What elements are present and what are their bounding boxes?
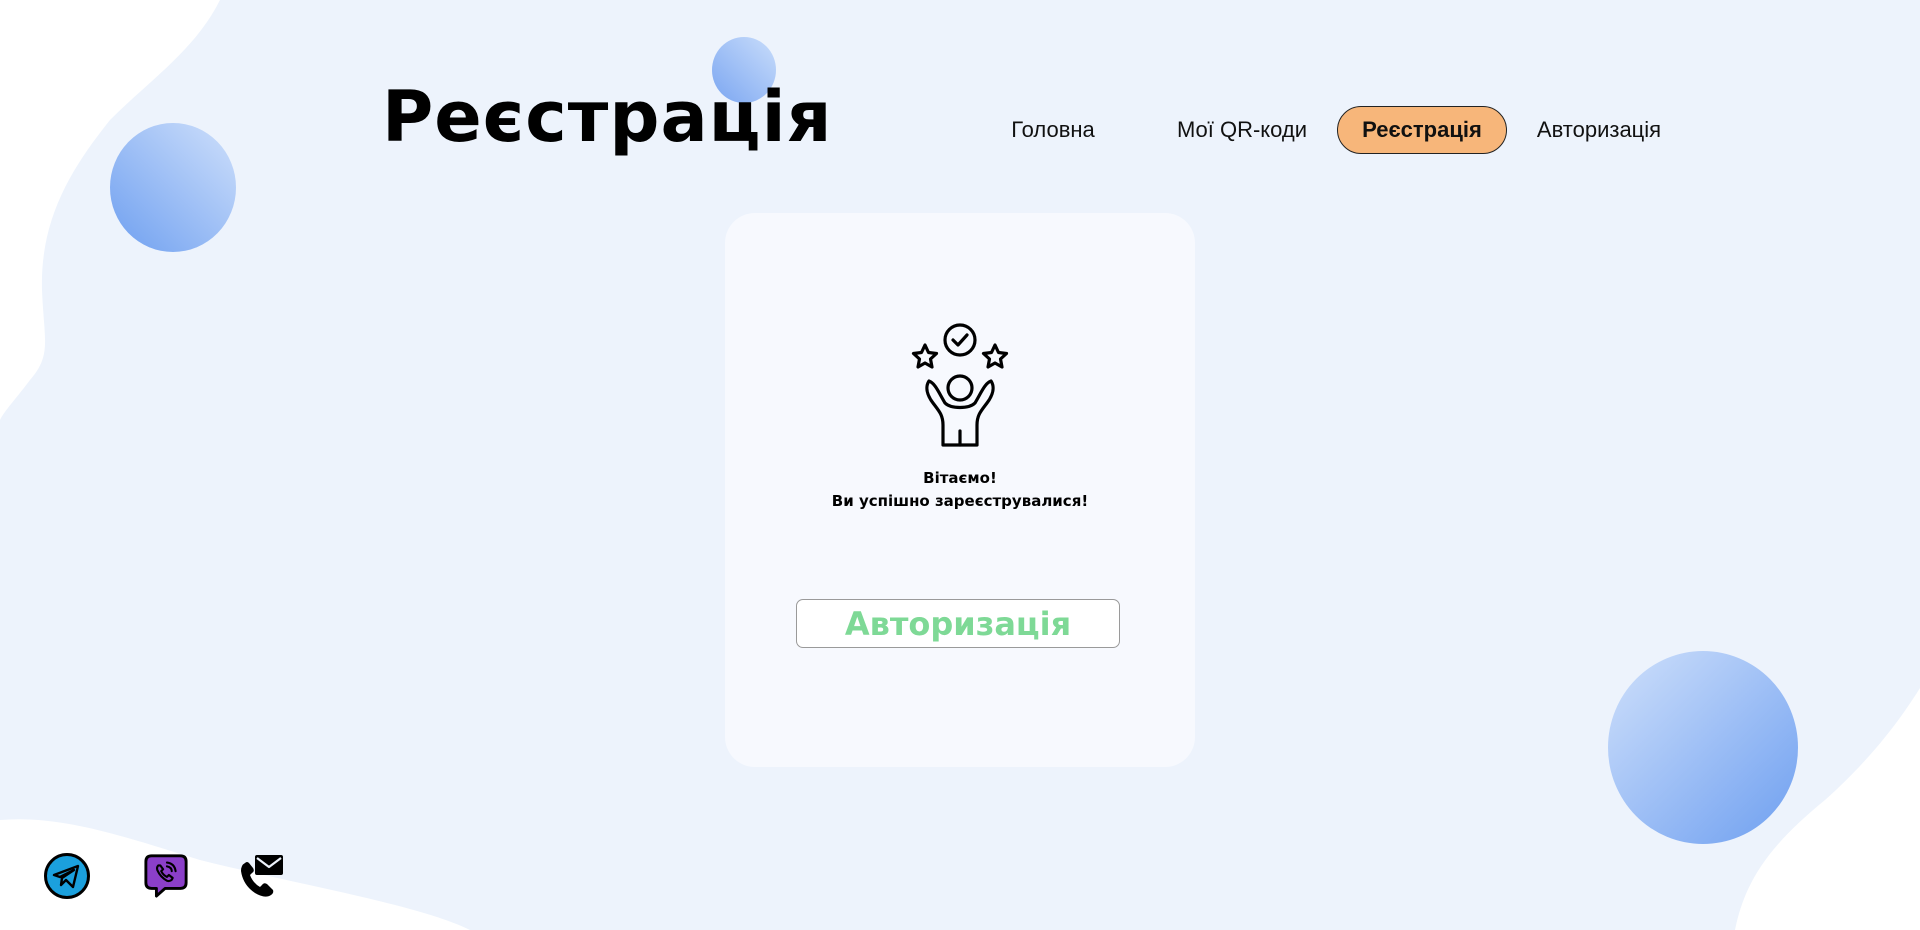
authorization-button[interactable]: Авторизація bbox=[796, 599, 1120, 648]
main-nav: Головна Мої QR-коди Реєстрація Авторизац… bbox=[0, 106, 1920, 154]
nav-item-my-qr-codes[interactable]: Мої QR-коди bbox=[1168, 106, 1316, 154]
success-message: Ви успішно зареєструвалися! bbox=[831, 492, 1089, 510]
telegram-icon[interactable] bbox=[44, 853, 90, 899]
phone-mail-icon[interactable] bbox=[239, 853, 285, 899]
celebrating-person-icon bbox=[911, 323, 1009, 447]
nav-item-home[interactable]: Головна bbox=[1000, 106, 1106, 154]
success-card: Вітаємо! Ви успішно зареєструвалися! Авт… bbox=[725, 213, 1195, 767]
nav-item-authorization[interactable]: Авторизація bbox=[1530, 106, 1668, 154]
viber-icon[interactable] bbox=[143, 852, 189, 898]
decor-circle-bottom-right bbox=[1608, 651, 1798, 844]
nav-item-registration[interactable]: Реєстрація bbox=[1337, 106, 1507, 154]
greeting-text: Вітаємо! bbox=[923, 469, 997, 487]
